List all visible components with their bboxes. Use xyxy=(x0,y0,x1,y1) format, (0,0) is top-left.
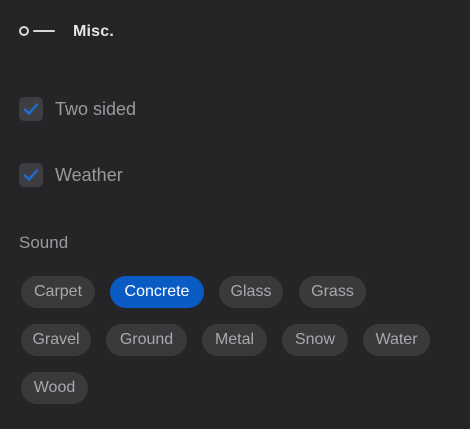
sound-chip-wood[interactable]: Wood xyxy=(21,372,88,404)
section-header: Misc. xyxy=(18,18,114,46)
sound-chip-grass[interactable]: Grass xyxy=(299,276,366,308)
two-sided-checkbox[interactable] xyxy=(19,97,43,121)
weather-checkbox[interactable] xyxy=(19,163,43,187)
checkmark-icon xyxy=(23,169,39,181)
checkmark-icon xyxy=(23,103,39,115)
sound-chip-concrete[interactable]: Concrete xyxy=(110,276,204,308)
two-sided-label: Two sided xyxy=(55,98,137,119)
sound-label: Sound xyxy=(19,233,69,252)
misc-panel: Misc. Two sided Weather Sound Carpet Con… xyxy=(0,0,470,429)
sound-chip-glass[interactable]: Glass xyxy=(219,276,283,308)
two-sided-option[interactable]: Two sided xyxy=(19,96,136,122)
sound-chip-water[interactable]: Water xyxy=(363,324,430,356)
weather-label: Weather xyxy=(55,164,123,185)
weather-option[interactable]: Weather xyxy=(19,162,123,188)
sound-chip-gravel[interactable]: Gravel xyxy=(21,324,91,356)
section-title: Misc. xyxy=(73,23,115,40)
sound-chip-ground[interactable]: Ground xyxy=(106,324,187,356)
sound-chip-snow[interactable]: Snow xyxy=(282,324,348,356)
sound-chip-metal[interactable]: Metal xyxy=(202,324,267,356)
toggle-switch-icon xyxy=(18,18,56,46)
sound-chip-carpet[interactable]: Carpet xyxy=(21,276,95,308)
